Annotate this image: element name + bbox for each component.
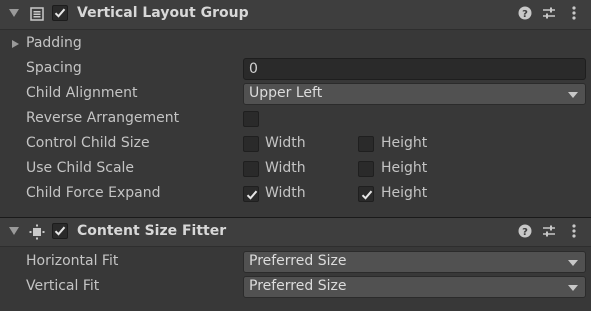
control-child-size-height-checkbox[interactable] [358,136,374,152]
spacing-label: Spacing [26,60,82,76]
spacing-input[interactable]: 0 [243,58,586,80]
checkmark-icon [361,190,373,200]
fold-arrow-icon[interactable] [9,227,19,235]
expand-arrow-icon[interactable] [12,40,19,48]
spacing-value: 0 [249,61,258,77]
control-child-size-label: Control Child Size [26,135,150,151]
padding-label: Padding [26,35,82,51]
vertical-fit-row: Vertical Fit Preferred Size [0,275,591,300]
vertical-fit-value: Preferred Size [249,278,347,294]
spacing-row: Spacing 0 [0,57,591,82]
width-label: Width [265,160,306,176]
layout-group-enabled-checkbox[interactable] [52,5,68,21]
checkmark-icon [246,190,258,200]
checkmark-icon [54,226,66,236]
help-icon[interactable]: ? [517,223,533,239]
content-size-fitter-icon [29,224,45,240]
use-child-scale-row: Use Child Scale Width Height [0,157,591,182]
layout-group-icon [30,7,44,21]
kebab-menu-icon[interactable] [566,223,582,239]
horizontal-fit-row: Horizontal Fit Preferred Size [0,250,591,275]
kebab-menu-icon[interactable] [566,5,582,21]
height-label: Height [381,160,428,176]
content-size-fitter-header[interactable]: Content Size Fitter ? [0,217,591,247]
control-child-size-row: Control Child Size Width Height [0,132,591,157]
vertical-fit-dropdown[interactable]: Preferred Size [243,276,586,298]
child-alignment-label: Child Alignment [26,85,138,101]
child-alignment-dropdown[interactable]: Upper Left [243,83,586,105]
vertical-fit-label: Vertical Fit [26,278,100,294]
child-force-expand-label: Child Force Expand [26,185,161,201]
fold-arrow-icon[interactable] [9,9,19,17]
svg-text:?: ? [522,9,528,20]
child-force-expand-row: Child Force Expand Width Height [0,182,591,207]
horizontal-fit-dropdown[interactable]: Preferred Size [243,251,586,273]
height-label: Height [381,185,428,201]
dropdown-arrow-icon [568,285,578,291]
use-child-scale-height-checkbox[interactable] [358,161,374,177]
use-child-scale-label: Use Child Scale [26,160,135,176]
child-alignment-row: Child Alignment Upper Left [0,82,591,107]
child-force-expand-height-checkbox[interactable] [358,186,374,202]
horizontal-fit-label: Horizontal Fit [26,253,119,269]
reverse-arrangement-row: Reverse Arrangement [0,107,591,132]
width-label: Width [265,185,306,201]
child-force-expand-width-checkbox[interactable] [243,186,259,202]
checkmark-icon [54,8,66,18]
content-size-fitter-enabled-checkbox[interactable] [52,223,68,239]
dropdown-arrow-icon [568,92,578,98]
child-alignment-value: Upper Left [249,85,323,101]
dropdown-arrow-icon [568,260,578,266]
reverse-arrangement-label: Reverse Arrangement [26,110,180,126]
horizontal-fit-value: Preferred Size [249,253,347,269]
component-title: Content Size Fitter [77,223,227,239]
component-title: Vertical Layout Group [77,5,249,21]
reverse-arrangement-checkbox[interactable] [243,111,259,127]
use-child-scale-width-checkbox[interactable] [243,161,259,177]
help-icon[interactable]: ? [517,5,533,21]
svg-text:?: ? [522,227,528,238]
width-label: Width [265,135,306,151]
vertical-layout-group-header[interactable]: Vertical Layout Group ? [0,0,591,30]
padding-row[interactable]: Padding [0,32,591,57]
control-child-size-width-checkbox[interactable] [243,136,259,152]
presets-icon[interactable] [541,5,557,21]
height-label: Height [381,135,428,151]
presets-icon[interactable] [541,223,557,239]
